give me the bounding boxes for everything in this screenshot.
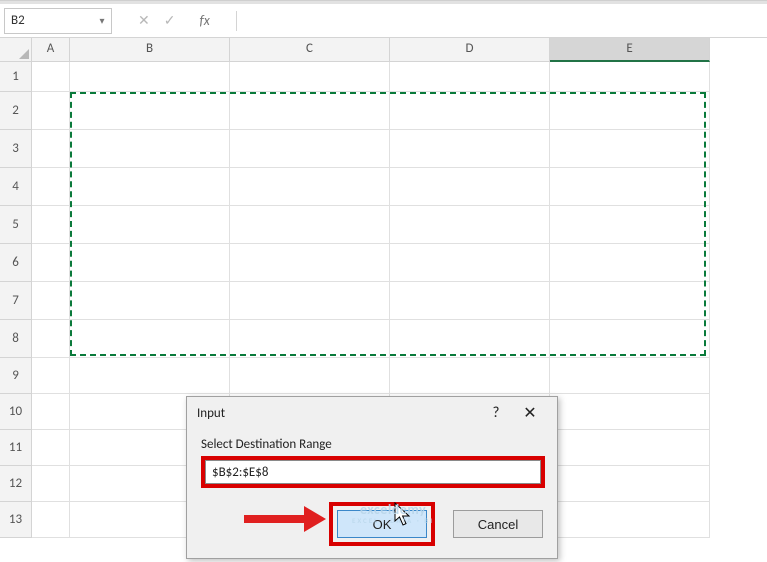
cell[interactable]: [390, 130, 550, 168]
insert-function-icon[interactable]: fx: [199, 12, 209, 29]
col-header-C[interactable]: C: [230, 38, 390, 62]
cell[interactable]: [70, 358, 230, 394]
cell[interactable]: [32, 206, 70, 244]
help-icon[interactable]: ?: [479, 404, 513, 422]
column-headers: A B C D E: [32, 38, 710, 62]
cell[interactable]: [32, 394, 70, 430]
cell[interactable]: [32, 502, 70, 538]
cell[interactable]: [550, 62, 710, 92]
cell[interactable]: [390, 62, 550, 92]
cell[interactable]: [550, 130, 710, 168]
cell[interactable]: [390, 320, 550, 358]
cell[interactable]: [70, 168, 230, 206]
dialog-title: Input: [197, 406, 479, 421]
chevron-down-icon[interactable]: ▾: [93, 9, 111, 33]
cell[interactable]: [230, 130, 390, 168]
cell[interactable]: [550, 466, 710, 502]
cell[interactable]: [230, 92, 390, 130]
cell[interactable]: [32, 130, 70, 168]
cell[interactable]: [550, 92, 710, 130]
cell[interactable]: [390, 358, 550, 394]
cell[interactable]: [550, 244, 710, 282]
ok-button[interactable]: OK: [337, 510, 427, 538]
dialog-titlebar[interactable]: Input ? ✕: [187, 397, 557, 429]
row-header-10[interactable]: 10: [0, 394, 32, 430]
destination-range-input[interactable]: [205, 460, 541, 484]
cell[interactable]: [70, 206, 230, 244]
cell[interactable]: [550, 206, 710, 244]
name-box-value[interactable]: B2: [5, 13, 93, 28]
row-header-7[interactable]: 7: [0, 282, 32, 320]
cell[interactable]: [32, 244, 70, 282]
cell[interactable]: [390, 168, 550, 206]
row-header-3[interactable]: 3: [0, 130, 32, 168]
cell[interactable]: [390, 244, 550, 282]
cell[interactable]: [230, 244, 390, 282]
formula-input[interactable]: [253, 11, 763, 31]
cell[interactable]: [32, 466, 70, 502]
cell[interactable]: [230, 206, 390, 244]
cell[interactable]: [32, 92, 70, 130]
close-icon[interactable]: ✕: [513, 403, 547, 423]
row-header-2[interactable]: 2: [0, 92, 32, 130]
confirm-entry-icon: ✓: [164, 12, 176, 29]
cell[interactable]: [70, 282, 230, 320]
cell[interactable]: [230, 168, 390, 206]
cell[interactable]: [70, 320, 230, 358]
row-header-8[interactable]: 8: [0, 320, 32, 358]
cell[interactable]: [70, 244, 230, 282]
cell[interactable]: [550, 320, 710, 358]
row-header-6[interactable]: 6: [0, 244, 32, 282]
col-header-A[interactable]: A: [32, 38, 70, 62]
cell[interactable]: [32, 430, 70, 466]
formula-bar: B2 ▾ ✕ ✓ fx: [0, 4, 767, 38]
cell[interactable]: [230, 358, 390, 394]
cell[interactable]: [390, 282, 550, 320]
col-header-D[interactable]: D: [390, 38, 550, 62]
cell[interactable]: [550, 168, 710, 206]
col-header-B[interactable]: B: [70, 38, 230, 62]
dialog-prompt: Select Destination Range: [201, 437, 543, 452]
input-dialog: Input ? ✕ Select Destination Range OK Ca…: [186, 396, 558, 559]
cell[interactable]: [550, 502, 710, 538]
divider: [236, 11, 237, 31]
cell[interactable]: [230, 62, 390, 92]
cell[interactable]: [230, 320, 390, 358]
cell[interactable]: [230, 282, 390, 320]
cell[interactable]: [32, 358, 70, 394]
highlight-annotation-input: [201, 456, 545, 488]
cell[interactable]: [32, 320, 70, 358]
cell[interactable]: [70, 130, 230, 168]
cell[interactable]: [550, 394, 710, 430]
cancel-entry-icon: ✕: [138, 12, 150, 29]
row-header-5[interactable]: 5: [0, 206, 32, 244]
cell[interactable]: [550, 430, 710, 466]
cell[interactable]: [32, 282, 70, 320]
cell[interactable]: [390, 92, 550, 130]
cell[interactable]: [550, 282, 710, 320]
cell[interactable]: [550, 358, 710, 394]
cancel-button[interactable]: Cancel: [453, 510, 543, 538]
cell[interactable]: [70, 92, 230, 130]
highlight-annotation-ok: OK: [329, 502, 435, 546]
cell[interactable]: [70, 62, 230, 92]
row-header-12[interactable]: 12: [0, 466, 32, 502]
row-header-1[interactable]: 1: [0, 62, 32, 92]
select-all-corner[interactable]: [0, 38, 32, 62]
row-header-9[interactable]: 9: [0, 358, 32, 394]
row-header-4[interactable]: 4: [0, 168, 32, 206]
row-header-13[interactable]: 13: [0, 502, 32, 538]
cell[interactable]: [32, 62, 70, 92]
row-header-11[interactable]: 11: [0, 430, 32, 466]
name-box[interactable]: B2 ▾: [4, 8, 112, 34]
cell[interactable]: [390, 206, 550, 244]
col-header-E[interactable]: E: [550, 38, 710, 62]
cell[interactable]: [32, 168, 70, 206]
formula-bar-controls: ✕ ✓ fx: [138, 12, 210, 29]
